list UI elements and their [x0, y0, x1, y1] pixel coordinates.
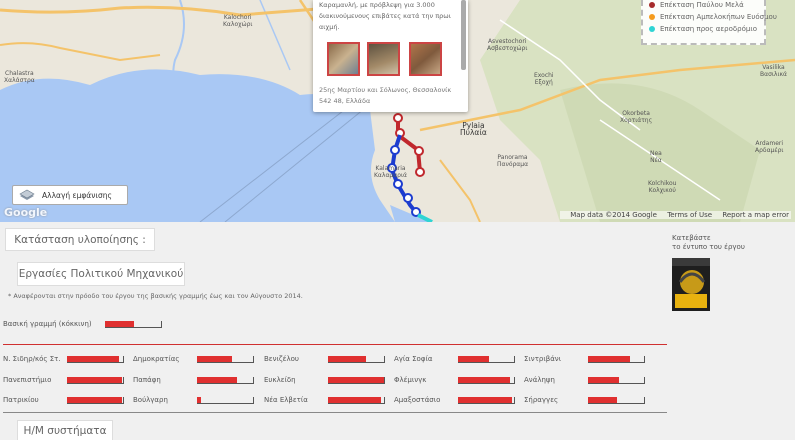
station-label: Πατρικίου	[3, 396, 39, 404]
map-attribution: Map data ©2014 Google Terms of Use Repor…	[560, 211, 791, 219]
town-label-kolchikou: Kolchikou Κολχικού	[648, 180, 677, 194]
legend-label: Επέκταση Παύλου Μελά	[660, 1, 744, 9]
booklet-text: Κατεβάστε	[672, 234, 711, 242]
photo-thumbnail[interactable]	[367, 42, 400, 76]
station-progress-bar	[458, 377, 515, 384]
station-progress-bar	[588, 377, 645, 384]
town-label-kalamaria: Kalamaria Καλαμαριά	[374, 165, 407, 179]
report-error-link[interactable]: Report a map error	[722, 211, 789, 219]
progress-fill	[67, 397, 122, 403]
legend-item: Επέκταση προς αεροδρόμιο	[649, 25, 757, 33]
popup-text-line: αιχμή.	[319, 23, 340, 31]
town-label-ardameri: Ardameri Αρδαμέρι	[755, 140, 784, 154]
station-progress-bar	[328, 397, 385, 404]
terms-link[interactable]: Terms of Use	[667, 211, 712, 219]
legend-label: Επέκταση προς αεροδρόμιο	[660, 25, 757, 33]
station-label: Ν. Σιδηρ/κός Στ.	[3, 355, 61, 363]
progress-fill	[458, 397, 513, 403]
station-label: Νέα Ελβετία	[264, 396, 308, 404]
change-view-button[interactable]: Αλλαγή εμφάνισης	[12, 185, 128, 205]
station-label: Σήραγγες	[524, 396, 559, 404]
progress-fill	[458, 356, 489, 362]
popup-text-line: Καραμανλή, με πρόβλεψη για 3.000	[319, 1, 435, 9]
station-progress-bar	[67, 377, 124, 384]
town-label-nea: Nea Νέα	[650, 150, 662, 164]
station-label: Παπάφη	[133, 376, 161, 384]
popup-text-line: διακινούμενους επιβάτες κατά την πρωι	[319, 12, 451, 20]
town-label-chalastra: Chalastra Χαλάστρα	[4, 70, 35, 84]
station-progress-bar	[588, 356, 645, 363]
map-legend: Επέκταση Παύλου Μελά Επέκταση Αμπελοκήπω…	[641, 0, 777, 45]
popup-scrollbar[interactable]	[461, 0, 466, 70]
map-view[interactable]: Kalochori Καλοχώρι Chalastra Χαλάστρα Pyla…	[0, 0, 795, 222]
booklet-cover-image[interactable]	[672, 258, 710, 311]
progress-fill	[197, 356, 232, 362]
legend-swatch	[649, 2, 655, 8]
baseline-progress-bar	[105, 321, 162, 328]
station-progress-bar	[328, 356, 385, 363]
station-label: Σιντριβάνι	[524, 355, 562, 363]
status-heading: Κατάσταση υλοποίησης :	[5, 228, 155, 251]
station-progress-bar	[67, 356, 124, 363]
legend-item: Επέκταση Αμπελοκήπων Ευόσμου	[649, 13, 777, 21]
progress-fill	[67, 377, 122, 383]
station-progress-bar	[67, 397, 124, 404]
layers-icon	[19, 189, 35, 200]
progress-fill	[588, 397, 618, 403]
photo-thumbnail[interactable]	[409, 42, 442, 76]
legend-swatch	[649, 14, 655, 20]
booklet-download[interactable]: Κατεβάστε το έντυπο του έργου	[672, 234, 752, 311]
legend-item: Επέκταση Παύλου Μελά	[649, 1, 744, 9]
info-window[interactable]: Καραμανλή, με πρόβλεψη για 3.000 διακινο…	[313, 0, 468, 112]
google-logo[interactable]: Google	[4, 206, 47, 219]
station-label: Ευκλείδη	[264, 376, 296, 384]
progress-note: * Αναφέρονται στην πρόοδο του έργου της …	[8, 292, 303, 300]
station-progress-bar	[197, 377, 254, 384]
town-label-okorbeta: Okorbeta Χορτιάτης	[620, 110, 653, 124]
progress-fill	[588, 356, 630, 362]
progress-fill	[588, 377, 619, 383]
station-label: Ανάληψη	[524, 376, 555, 384]
legend-swatch	[649, 26, 655, 32]
station-label: Βενιζέλου	[264, 355, 299, 363]
station-label: Πανεπιστήμιο	[3, 376, 52, 384]
station-progress-bar	[328, 377, 385, 384]
popup-address-line: 25ης Μαρτίου και Σόλωνος, Θεσσαλονίκ	[319, 86, 452, 94]
station-progress-bar	[588, 397, 645, 404]
popup-address-line: 542 48, Ελλάδα	[319, 97, 371, 105]
station-progress-bar	[197, 356, 254, 363]
change-view-label: Αλλαγή εμφάνισης	[42, 190, 112, 200]
town-label-panorama: Panorama Πανόραμα	[497, 154, 529, 168]
station-label: Αγία Σοφία	[394, 355, 433, 363]
town-label-exochi: Exochi Εξοχή	[534, 72, 554, 86]
progress-fill	[67, 356, 119, 362]
station-progress-bar	[458, 356, 515, 363]
station-progress-bar	[458, 397, 515, 404]
town-label-pylaia: Pylaia Πυλαία	[460, 121, 487, 137]
station-progress-bar	[197, 397, 254, 404]
divider	[3, 412, 667, 413]
progress-fill	[197, 377, 238, 383]
station-label: Δημοκρατίας	[133, 355, 180, 363]
progress-fill	[328, 397, 382, 403]
progress-fill	[328, 356, 367, 362]
town-label-vasilika: Vasilika Βασιλικά	[760, 64, 787, 78]
booklet-text: το έντυπο του έργου	[672, 243, 745, 251]
map-data-text: Map data ©2014 Google	[570, 211, 657, 219]
photo-thumbnail[interactable]	[327, 42, 360, 76]
divider	[3, 344, 667, 345]
legend-label: Επέκταση Αμπελοκήπων Ευόσμου	[660, 13, 777, 21]
town-label-asvestochori: Asvestochori Ασβεστοχώρι	[487, 38, 528, 52]
town-label-kalochori: Kalochori Καλοχώρι	[223, 14, 253, 28]
station-label: Βούλγαρη	[133, 396, 168, 404]
civil-works-tab[interactable]: Εργασίες Πολιτικού Μηχανικού	[17, 262, 185, 286]
progress-fill	[458, 377, 510, 383]
baseline-label: Βασική γραμμή (κόκκινη)	[3, 320, 92, 328]
em-systems-tab[interactable]: Η/Μ συστήματα	[17, 420, 113, 440]
progress-fill	[105, 321, 135, 327]
progress-fill	[197, 397, 201, 403]
progress-fill	[328, 377, 384, 383]
station-label: Αμαξοστάσιο	[394, 396, 441, 404]
station-label: Φλέμινγκ	[394, 376, 427, 384]
